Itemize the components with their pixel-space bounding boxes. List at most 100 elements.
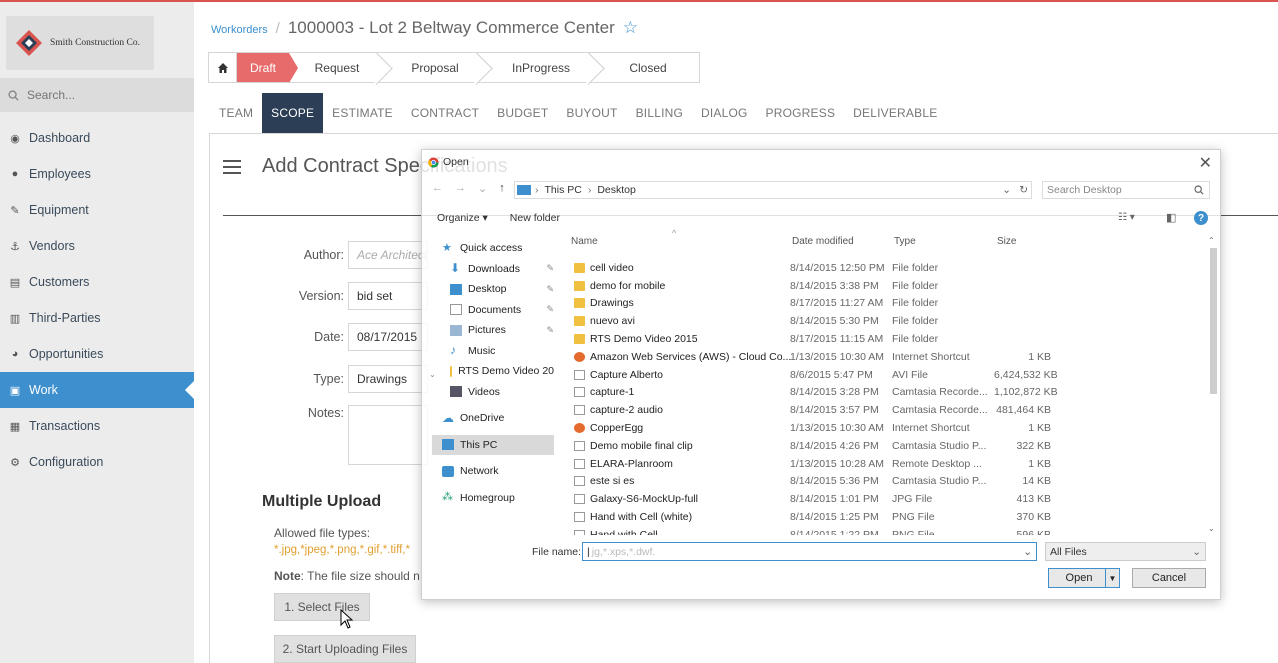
- dialog-open-button[interactable]: Open ▼: [1048, 568, 1120, 588]
- breadcrumb-workorders-link[interactable]: Workorders: [211, 24, 268, 36]
- brand-logo[interactable]: Smith Construction Co.: [6, 16, 154, 70]
- nav-quick-access[interactable]: ★ Quick access: [432, 238, 554, 259]
- nav-downloads[interactable]: ⬇ Downloads ✎: [432, 259, 554, 280]
- scroll-up-icon[interactable]: ⌃: [1208, 236, 1215, 245]
- file-row[interactable]: Drawings 8/17/2015 11:27 AM File folder: [574, 295, 1208, 313]
- file-row[interactable]: demo for mobile 8/14/2015 3:38 PM File fol…: [574, 277, 1208, 295]
- filename-dropdown-icon[interactable]: ⌄: [1023, 546, 1032, 558]
- stage-proposal[interactable]: Proposal: [385, 53, 485, 82]
- address-bar[interactable]: › This PC › Desktop ⌄ ↻: [514, 181, 1032, 199]
- filename-input[interactable]: | jg,*.xps,*.dwf. ⌄: [582, 542, 1037, 561]
- stage-home-button[interactable]: [209, 53, 237, 82]
- tab-scope[interactable]: SCOPE: [262, 93, 324, 133]
- help-icon[interactable]: ?: [1194, 211, 1208, 225]
- sidebar-item-dashboard[interactable]: ◉ Dashboard: [0, 120, 194, 156]
- file-row[interactable]: Galaxy-S6-MockUp-full 8/14/2015 1:01 PM JP…: [574, 490, 1208, 508]
- file-row[interactable]: CopperEgg 1/13/2015 10:30 AM Internet Shor…: [574, 419, 1208, 437]
- file-row[interactable]: ELARA-Planroom 1/13/2015 10:28 AM Remote D…: [574, 455, 1208, 473]
- sidebar-item-opportunities[interactable]: ◕ Opportunities: [0, 336, 194, 372]
- file-row[interactable]: capture-2 audio 8/14/2015 3:57 PM Camtasia…: [574, 401, 1208, 419]
- open-split-dropdown-icon[interactable]: ▼: [1105, 569, 1119, 587]
- tab-dialog[interactable]: DIALOG: [692, 93, 757, 133]
- tab-buyout[interactable]: BUYOUT: [557, 93, 626, 133]
- sidebar-item-vendors[interactable]: ⚓ Vendors: [0, 228, 194, 264]
- nav-desktop[interactable]: Desktop ✎: [432, 279, 554, 300]
- file-row[interactable]: este si es 8/14/2015 5:36 PM Camtasia Stud…: [574, 473, 1208, 491]
- author-field[interactable]: Ace Architects: [348, 241, 428, 269]
- tab-progress[interactable]: PROGRESS: [757, 93, 845, 133]
- pictures-icon: [450, 324, 462, 336]
- nav-rts-demo-video[interactable]: RTS Demo Video 20: [432, 361, 554, 382]
- favorite-star-icon[interactable]: ☆: [623, 18, 638, 38]
- filetype-select[interactable]: All Files ⌄: [1045, 542, 1206, 561]
- stage-request[interactable]: Request: [289, 53, 385, 82]
- sidebar-item-third-parties[interactable]: ▥ Third-Parties: [0, 300, 194, 336]
- up-arrow-icon[interactable]: ↑: [499, 182, 505, 195]
- nav-network[interactable]: Network: [432, 461, 554, 482]
- tab-billing[interactable]: BILLING: [627, 93, 692, 133]
- column-type[interactable]: Type: [894, 236, 916, 247]
- notes-textarea[interactable]: [348, 405, 428, 465]
- stage-closed[interactable]: Closed: [597, 53, 699, 82]
- scroll-down-icon[interactable]: ⌄: [1208, 524, 1215, 533]
- file-row[interactable]: Demo mobile final clip 8/14/2015 4:26 PM C…: [574, 437, 1208, 455]
- dialog-search-input[interactable]: Search Desktop: [1042, 181, 1210, 199]
- file-row[interactable]: Hand with Cell (white) 8/14/2015 1:25 PM P…: [574, 508, 1208, 526]
- tab-deliverable[interactable]: DELIVERABLE: [844, 93, 946, 133]
- preview-pane-icon[interactable]: ◧: [1166, 211, 1176, 224]
- back-arrow-icon[interactable]: ←: [432, 182, 443, 195]
- select-files-button[interactable]: 1. Select Files: [274, 593, 370, 621]
- file-name: RTS Demo Video 2015: [590, 333, 698, 346]
- column-name[interactable]: Name: [571, 236, 598, 247]
- sidebar-search[interactable]: [0, 78, 194, 112]
- nav-music[interactable]: ♪ Music: [432, 341, 554, 362]
- sidebar-item-employees[interactable]: ● Employees: [0, 156, 194, 192]
- nav-documents[interactable]: Documents ✎: [432, 300, 554, 321]
- nav-videos[interactable]: Videos: [432, 382, 554, 403]
- file-row[interactable]: Hand with Cell 8/14/2015 1:22 PM PNG File 5…: [574, 526, 1208, 535]
- organize-menu[interactable]: Organize ▾: [437, 212, 488, 224]
- sidebar-item-work[interactable]: ▣ Work: [0, 372, 194, 408]
- sidebar-item-transactions[interactable]: ▦ Transactions: [0, 408, 194, 444]
- file-row[interactable]: Capture Alberto 8/6/2015 5:47 PM AVI File 6…: [574, 366, 1208, 384]
- date-field[interactable]: 08/17/2015: [348, 323, 428, 351]
- file-list-scrollbar[interactable]: ⌃ ⌄: [1208, 236, 1218, 536]
- type-select[interactable]: Drawings: [348, 365, 428, 393]
- nav-homegroup[interactable]: ⁂ Homegroup: [432, 488, 554, 509]
- expand-chevron-icon[interactable]: ⌄: [429, 370, 436, 379]
- recent-chevron-icon[interactable]: ⌄: [478, 182, 487, 195]
- file-row[interactable]: RTS Demo Video 2015 8/17/2015 11:15 AM Fil…: [574, 330, 1208, 348]
- nav-onedrive[interactable]: ☁ OneDrive: [432, 408, 554, 429]
- stage-draft[interactable]: Draft: [237, 53, 298, 83]
- path-desktop[interactable]: Desktop: [597, 184, 636, 196]
- file-row[interactable]: Amazon Web Services (AWS) - Cloud Co... 1…: [574, 348, 1208, 366]
- refresh-icon[interactable]: ↻: [1019, 184, 1028, 196]
- sidebar-search-input[interactable]: [27, 88, 187, 102]
- tab-contract[interactable]: CONTRACT: [402, 93, 488, 133]
- tab-budget[interactable]: BUDGET: [488, 93, 557, 133]
- version-field[interactable]: bid set: [348, 282, 428, 310]
- start-uploading-button[interactable]: 2. Start Uploading Files: [274, 635, 416, 663]
- scroll-thumb[interactable]: [1210, 248, 1217, 394]
- file-row[interactable]: capture-1 8/14/2015 3:28 PM Camtasia Recor…: [574, 384, 1208, 402]
- view-options-icon[interactable]: ☷ ▾: [1118, 212, 1135, 223]
- new-folder-button[interactable]: New folder: [510, 212, 560, 224]
- column-date-modified[interactable]: Date modified: [792, 236, 854, 247]
- sidebar-item-equipment[interactable]: ✎ Equipment: [0, 192, 194, 228]
- file-row[interactable]: nuevo avi 8/14/2015 5:30 PM File folder: [574, 312, 1208, 330]
- nav-pictures[interactable]: Pictures ✎: [432, 320, 554, 341]
- file-row[interactable]: cell video 8/14/2015 12:50 PM File folder: [574, 259, 1208, 277]
- dialog-close-icon[interactable]: ✕: [1199, 153, 1212, 173]
- stage-inprogress[interactable]: InProgress: [485, 53, 597, 82]
- menu-toggle-icon[interactable]: [223, 160, 241, 178]
- tab-estimate[interactable]: ESTIMATE: [323, 93, 402, 133]
- forward-arrow-icon[interactable]: →: [455, 182, 466, 195]
- dialog-cancel-button[interactable]: Cancel: [1132, 568, 1206, 588]
- column-size[interactable]: Size: [997, 236, 1016, 247]
- tab-team[interactable]: TEAM: [210, 93, 262, 133]
- sidebar-item-customers[interactable]: ▤ Customers: [0, 264, 194, 300]
- path-this-pc[interactable]: This PC: [545, 184, 582, 196]
- address-dropdown-icon[interactable]: ⌄: [1002, 184, 1011, 196]
- sidebar-item-configuration[interactable]: ⚙ Configuration: [0, 444, 194, 480]
- nav-this-pc[interactable]: This PC: [432, 434, 554, 455]
